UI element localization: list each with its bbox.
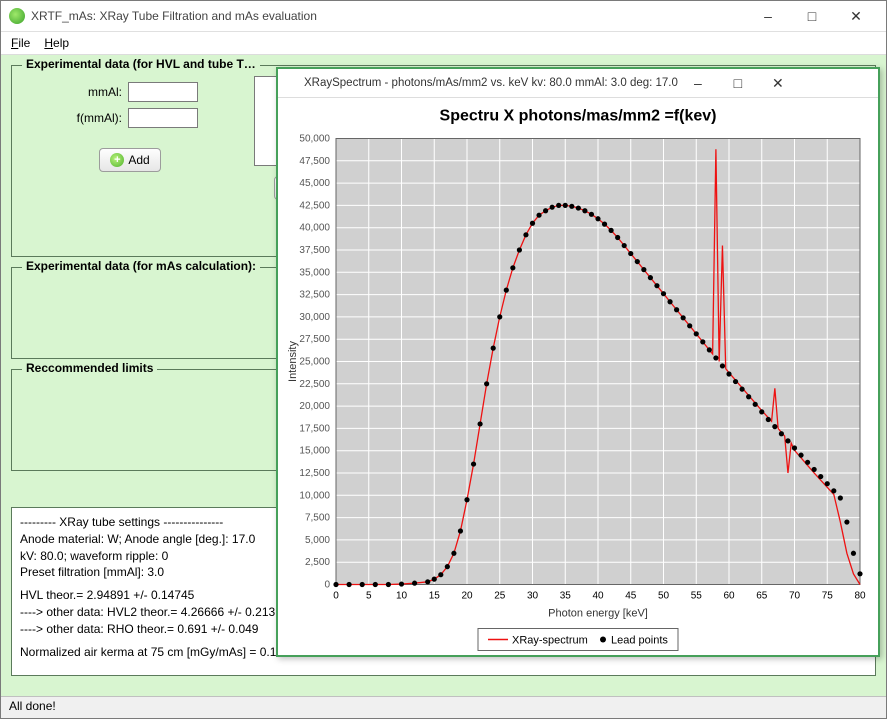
menu-help[interactable]: Help <box>44 36 69 50</box>
chart-svg: Spectru X photons/mas/mm2 =f(kev) 0 5 10 15 2… <box>278 98 878 655</box>
svg-text:47,500: 47,500 <box>299 156 330 167</box>
plus-icon: + <box>110 153 124 167</box>
svg-text:0: 0 <box>333 591 339 602</box>
mmAl-label: mmAl: <box>62 85 122 99</box>
svg-text:75: 75 <box>822 591 834 602</box>
svg-text:5,000: 5,000 <box>305 535 330 546</box>
status-text: All done! <box>9 699 56 713</box>
svg-text:40: 40 <box>592 591 604 602</box>
svg-text:32,500: 32,500 <box>299 290 330 301</box>
maximize-button[interactable]: □ <box>790 1 834 31</box>
spectrum-minimize-button[interactable]: – <box>678 70 718 96</box>
svg-text:60: 60 <box>723 591 735 602</box>
menubar: File Help <box>1 32 886 55</box>
fmmAl-input[interactable] <box>128 108 198 128</box>
minimize-button[interactable]: – <box>746 1 790 31</box>
svg-text:20,000: 20,000 <box>299 401 330 412</box>
svg-text:Spectru X photons/mas/mm2 =f(k: Spectru X photons/mas/mm2 =f(kev) <box>440 108 717 125</box>
svg-text:25,000: 25,000 <box>299 357 330 368</box>
fmmAl-label: f(mmAl): <box>62 111 122 125</box>
svg-text:10: 10 <box>396 591 408 602</box>
svg-text:55: 55 <box>691 591 703 602</box>
svg-text:50: 50 <box>658 591 670 602</box>
svg-text:22,500: 22,500 <box>299 379 330 390</box>
svg-text:37,500: 37,500 <box>299 245 330 256</box>
svg-text:35: 35 <box>560 591 572 602</box>
close-button[interactable]: ✕ <box>834 1 878 31</box>
svg-text:65: 65 <box>756 591 768 602</box>
spectrum-maximize-button[interactable]: □ <box>718 70 758 96</box>
spectrum-icon <box>284 76 298 90</box>
svg-text:27,500: 27,500 <box>299 334 330 345</box>
svg-text:10,000: 10,000 <box>299 490 330 501</box>
svg-text:80: 80 <box>854 591 866 602</box>
menu-file[interactable]: File <box>11 36 30 50</box>
svg-text:70: 70 <box>789 591 801 602</box>
svg-text:15: 15 <box>429 591 441 602</box>
mmAl-input[interactable] <box>128 82 198 102</box>
spectrum-window: XRaySpectrum - photons/mAs/mm2 vs. keV k… <box>276 67 880 657</box>
svg-text:35,000: 35,000 <box>299 267 330 278</box>
chart-area: Spectru X photons/mas/mm2 =f(kev) 0 5 10 15 2… <box>278 98 878 655</box>
svg-text:Photon energy [keV]: Photon energy [keV] <box>548 608 648 620</box>
svg-text:0: 0 <box>324 580 330 591</box>
svg-text:15,000: 15,000 <box>299 446 330 457</box>
panel-exp-title: Experimental data (for HVL and tube T… <box>22 57 260 71</box>
svg-text:30,000: 30,000 <box>299 312 330 323</box>
svg-text:7,500: 7,500 <box>305 513 330 524</box>
add-button[interactable]: + Add <box>99 148 160 172</box>
svg-text:Intensity: Intensity <box>287 341 299 382</box>
svg-text:30: 30 <box>527 591 539 602</box>
svg-text:45: 45 <box>625 591 637 602</box>
main-title: XRTF_mAs: XRay Tube Filtration and mAs e… <box>31 9 746 23</box>
svg-text:17,500: 17,500 <box>299 423 330 434</box>
app-icon <box>9 8 25 24</box>
svg-text:20: 20 <box>461 591 473 602</box>
main-titlebar: XRTF_mAs: XRay Tube Filtration and mAs e… <box>1 1 886 32</box>
svg-text:42,500: 42,500 <box>299 200 330 211</box>
svg-text:40,000: 40,000 <box>299 223 330 234</box>
panel-mas-title: Experimental data (for mAs calculation): <box>22 259 260 273</box>
spectrum-title: XRaySpectrum - photons/mAs/mm2 vs. keV k… <box>304 77 678 89</box>
svg-text:45,000: 45,000 <box>299 178 330 189</box>
svg-text:2,500: 2,500 <box>305 557 330 568</box>
spectrum-close-button[interactable]: ✕ <box>758 70 798 96</box>
svg-text:XRay-spectrum: XRay-spectrum <box>512 635 588 647</box>
svg-text:5: 5 <box>366 591 372 602</box>
statusbar: All done! <box>1 696 886 718</box>
svg-text:25: 25 <box>494 591 506 602</box>
spectrum-titlebar: XRaySpectrum - photons/mAs/mm2 vs. keV k… <box>278 69 878 98</box>
svg-text:Lead points: Lead points <box>611 635 668 647</box>
main-window: XRTF_mAs: XRay Tube Filtration and mAs e… <box>0 0 887 719</box>
svg-text:50,000: 50,000 <box>299 134 330 145</box>
panel-limits-title: Reccommended limits <box>22 361 157 375</box>
svg-text:12,500: 12,500 <box>299 468 330 479</box>
